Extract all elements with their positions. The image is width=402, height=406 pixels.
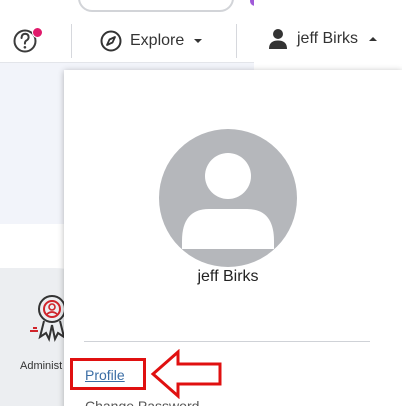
search-pill[interactable]: [78, 0, 234, 12]
user-menu-button[interactable]: jeff Birks: [254, 0, 402, 70]
user-name-label: jeff Birks: [297, 30, 359, 47]
dropdown-user-name: jeff Birks: [197, 268, 259, 285]
notification-badge: [32, 27, 43, 38]
user-dropdown-menu: jeff Birks Profile Change Password: [64, 70, 402, 406]
compass-icon: [100, 30, 122, 52]
nav-divider: [71, 24, 72, 58]
explore-label: Explore: [130, 32, 185, 49]
chevron-up-icon: [369, 37, 378, 41]
nav-divider: [236, 24, 237, 58]
page: Administ Explore jeff Birks jeff Birks P…: [0, 0, 402, 406]
left-arrow-icon: [150, 349, 222, 399]
highlight-box: [70, 358, 146, 390]
user-icon: [269, 29, 287, 49]
admin-tile-label: Administ: [20, 360, 63, 372]
menu-divider: [84, 341, 370, 342]
chevron-down-icon: [194, 39, 203, 43]
avatar: [159, 129, 297, 267]
explore-menu-button[interactable]: Explore: [99, 26, 203, 56]
change-password-link[interactable]: Change Password: [85, 398, 199, 406]
